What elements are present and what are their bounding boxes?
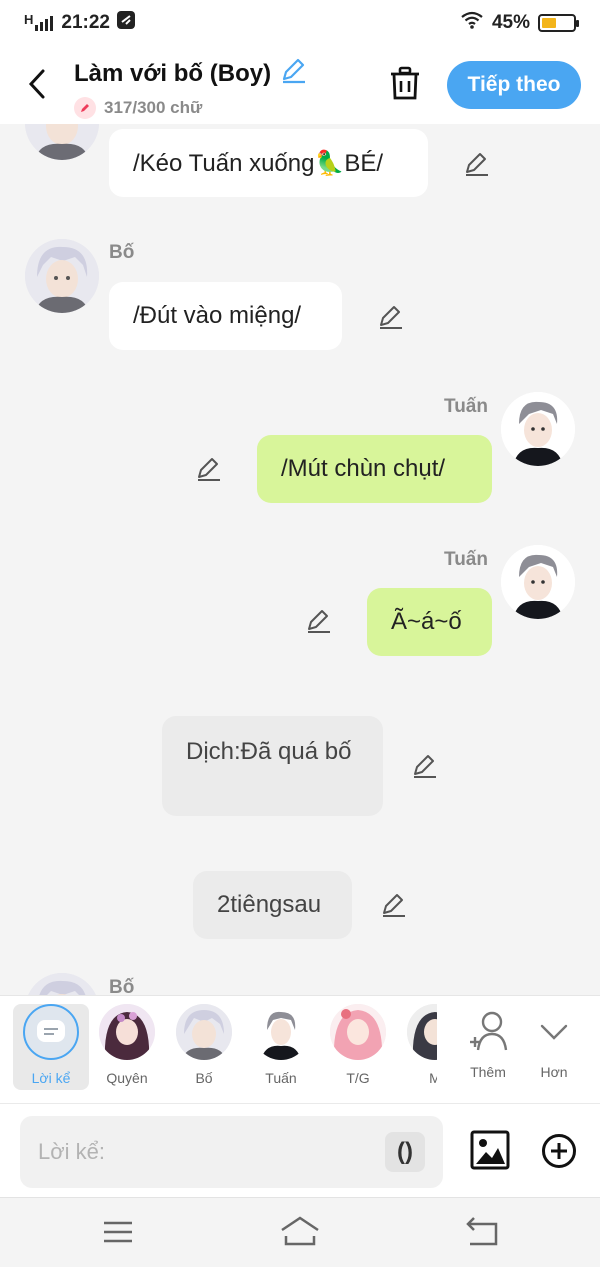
home-icon [281, 1216, 319, 1246]
edit-message-icon[interactable] [304, 607, 332, 635]
message-bubble[interactable]: /Mút chùn chụt/ [257, 435, 492, 503]
menu-nav-button[interactable] [98, 1214, 138, 1250]
add-user-icon [470, 1011, 508, 1051]
message-text: Dịch:Đã quá bố [186, 738, 352, 765]
clock: 21:22 [61, 12, 110, 33]
message-bubble[interactable]: /Kéo Tuấn xuống🦜BÉ/ [109, 129, 428, 197]
edit-message-icon[interactable] [194, 455, 222, 483]
character-tuan[interactable]: Tuấn [243, 1004, 319, 1090]
message-bubble[interactable]: /Đút vào miệng/ [109, 282, 342, 350]
speaker-name: Tuấn [444, 396, 488, 417]
back-button[interactable] [22, 64, 52, 104]
avatar [253, 1004, 309, 1060]
sync-icon [116, 10, 136, 36]
edit-title-icon[interactable] [279, 56, 307, 91]
trash-button[interactable] [388, 66, 422, 102]
add-character-button[interactable]: Thêm [450, 1004, 526, 1090]
message-bubble[interactable]: Ã~á~ố [367, 588, 492, 656]
character-m[interactable]: M [397, 1004, 437, 1090]
character-quyen[interactable]: Quyên [89, 1004, 165, 1090]
menu-icon [104, 1221, 132, 1243]
edit-message-icon[interactable] [376, 303, 404, 331]
character-narrator[interactable]: Lời kể [13, 1004, 89, 1090]
chevron-left-icon [28, 69, 45, 99]
wifi-icon [460, 11, 484, 35]
avatar [407, 1004, 437, 1060]
add-button[interactable] [541, 1133, 577, 1169]
narrator-icon [23, 1004, 79, 1060]
next-button[interactable]: Tiếp theo [447, 61, 581, 109]
story-title: Làm với bố (Boy) [74, 59, 272, 87]
image-icon [470, 1130, 510, 1170]
avatar-tuan[interactable] [501, 392, 575, 466]
character-bar: Lời kể Quyên Bố Tuấn T/G M Thêm Hơn [0, 995, 600, 1103]
battery-icon [538, 14, 579, 32]
message-text: /Mút chùn chụt/ [281, 455, 446, 482]
home-nav-button[interactable] [280, 1214, 320, 1250]
avatar-tuan[interactable] [501, 545, 575, 619]
trash-icon [391, 66, 419, 100]
pencil-icon [74, 97, 96, 119]
message-text: /Kéo Tuấn xuống🦜BÉ/ [133, 149, 384, 177]
signal-icon: H [24, 13, 55, 31]
more-button[interactable]: Hơn [516, 1004, 592, 1090]
message-text: /Đút vào miệng/ [133, 302, 302, 329]
character-tg[interactable]: T/G [320, 1004, 396, 1090]
system-nav-bar [0, 1197, 600, 1267]
header: Làm với bố (Boy) 317/300 chữ Tiếp theo [0, 46, 600, 124]
narration-bubble[interactable]: Dịch:Đã quá bố [162, 716, 383, 816]
avatar [330, 1004, 386, 1060]
speaker-name: Tuấn [444, 549, 488, 570]
chat-area[interactable]: /Kéo Tuấn xuống🦜BÉ/ Bố /Đút vào miệng/ T… [0, 124, 600, 995]
edit-message-icon[interactable] [379, 891, 407, 919]
image-button[interactable] [470, 1130, 510, 1170]
message-text: 2tiêngsau [217, 891, 322, 918]
status-bar: H 21:22 45% [0, 0, 600, 46]
word-count: 317/300 chữ [104, 98, 203, 117]
character-bo[interactable]: Bố [166, 1004, 242, 1090]
avatar [176, 1004, 232, 1060]
edit-message-icon[interactable] [462, 150, 490, 178]
input-bar: Lời kể: () [0, 1103, 600, 1197]
avatar [99, 1004, 155, 1060]
speaker-name: Bố [109, 242, 135, 263]
back-icon [466, 1217, 498, 1246]
avatar-bo[interactable] [25, 124, 99, 160]
message-text: Ã~á~ố [391, 608, 462, 635]
speaker-name: Bố [109, 977, 135, 995]
narration-bubble[interactable]: 2tiêngsau [193, 871, 352, 939]
plus-circle-icon [542, 1134, 576, 1168]
avatar-bo[interactable] [25, 973, 99, 995]
narration-input[interactable]: Lời kể: () [20, 1116, 443, 1188]
avatar-bo[interactable] [25, 239, 99, 313]
chevron-down-icon [540, 1024, 568, 1040]
back-nav-button[interactable] [462, 1214, 502, 1250]
parenthesis-button[interactable]: () [385, 1132, 425, 1172]
battery-percent: 45% [491, 12, 530, 33]
edit-message-icon[interactable] [410, 752, 438, 780]
